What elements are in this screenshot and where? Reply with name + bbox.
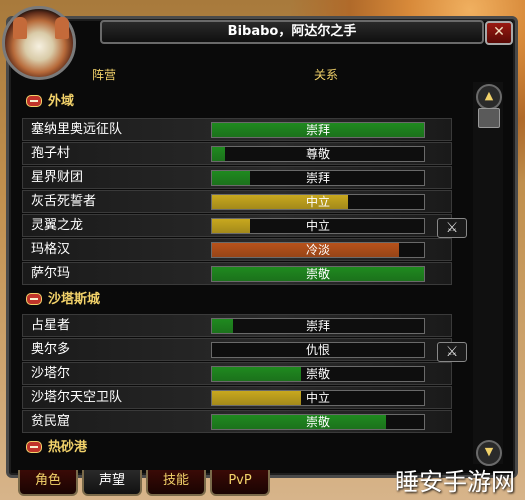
faction-name: 玛格汉 bbox=[31, 242, 71, 257]
faction-row[interactable]: 灰舌死誓者 中立 bbox=[22, 190, 452, 213]
standing-label: 崇敬 bbox=[305, 367, 330, 381]
watermark: 睡安手游网 bbox=[395, 468, 515, 496]
faction-name: 灰舌死誓者 bbox=[31, 194, 97, 209]
faction-row[interactable]: 萨尔玛 崇敬 bbox=[22, 262, 452, 285]
faction-row[interactable]: 星界财团 崇拜 bbox=[22, 166, 452, 189]
crossed-swords-icon[interactable]: ⚔ bbox=[437, 218, 467, 238]
reputation-bar: 中立 bbox=[211, 218, 425, 234]
window-title: Bibabo，阿达尔之手 bbox=[100, 20, 484, 44]
standing-label: 中立 bbox=[305, 391, 330, 405]
standing-label: 尊敬 bbox=[305, 147, 330, 161]
reputation-bar: 崇敬 bbox=[211, 266, 425, 282]
faction-row[interactable]: 占星者 崇拜 bbox=[22, 314, 452, 337]
faction-row[interactable]: 奥尔多 仇恨 bbox=[22, 338, 452, 361]
faction-row[interactable]: 沙塔尔 崇敬 bbox=[22, 362, 452, 385]
minus-icon[interactable] bbox=[26, 94, 42, 107]
reputation-bar: 中立 bbox=[211, 194, 425, 210]
minus-icon[interactable] bbox=[26, 292, 42, 305]
reputation-bar: 尊敬 bbox=[211, 146, 425, 162]
reputation-bar: 崇敬 bbox=[211, 414, 425, 430]
faction-name: 灵翼之龙 bbox=[31, 218, 84, 233]
tab-skills[interactable]: 技能 bbox=[146, 470, 206, 496]
faction-name: 塞纳里奥远征队 bbox=[31, 122, 123, 137]
faction-name: 占星者 bbox=[31, 318, 71, 333]
reputation-bar: 崇拜 bbox=[211, 122, 425, 138]
reputation-bar: 仇恨 bbox=[211, 342, 425, 358]
faction-name: 贫民窟 bbox=[31, 414, 71, 429]
group-name: 沙塔斯城 bbox=[48, 292, 101, 307]
tab-character[interactable]: 角色 bbox=[18, 470, 78, 496]
crossed-swords-icon[interactable]: ⚔ bbox=[437, 342, 467, 362]
standing-label: 冷淡 bbox=[305, 243, 330, 257]
tab-pvp[interactable]: PvP bbox=[210, 470, 270, 496]
group-header-booty-bay[interactable]: 热砂港 bbox=[26, 438, 87, 458]
faction-list: 外域 塞纳里奥远征队 崇拜 孢子村 尊敬 星界财团 崇拜 灰舌死誓者 中立 灵翼… bbox=[18, 82, 466, 462]
scroll-up-icon[interactable]: ▲ bbox=[476, 84, 502, 110]
group-header-outland[interactable]: 外域 bbox=[26, 92, 74, 112]
reputation-bar: 崇拜 bbox=[211, 318, 425, 334]
faction-row[interactable]: 灵翼之龙 中立 bbox=[22, 214, 452, 237]
faction-name: 星界财团 bbox=[31, 170, 84, 185]
portrait-ear-right bbox=[55, 17, 69, 39]
standing-label: 中立 bbox=[305, 195, 330, 209]
portrait-ear-left bbox=[13, 17, 27, 39]
close-button[interactable]: ✕ bbox=[485, 21, 513, 45]
standing-label: 崇拜 bbox=[305, 171, 330, 185]
faction-name: 奥尔多 bbox=[31, 342, 71, 357]
faction-name: 孢子村 bbox=[31, 146, 71, 161]
group-name: 热砂港 bbox=[48, 440, 88, 455]
faction-name: 沙塔尔天空卫队 bbox=[31, 390, 123, 405]
standing-label: 中立 bbox=[305, 219, 330, 233]
faction-row[interactable]: 塞纳里奥远征队 崇拜 bbox=[22, 118, 452, 141]
faction-name: 沙塔尔 bbox=[31, 366, 71, 381]
minus-icon[interactable] bbox=[26, 440, 42, 453]
standing-label: 崇拜 bbox=[305, 319, 330, 333]
standing-label: 崇敬 bbox=[305, 267, 330, 281]
reputation-bar: 冷淡 bbox=[211, 242, 425, 258]
standing-label: 崇敬 bbox=[305, 415, 330, 429]
reputation-bar: 崇敬 bbox=[211, 366, 425, 382]
scrollbar[interactable]: ▲ ▼ bbox=[473, 82, 503, 466]
reputation-bar: 中立 bbox=[211, 390, 425, 406]
tab-reputation[interactable]: 声望 bbox=[82, 470, 142, 496]
faction-name: 萨尔玛 bbox=[31, 266, 71, 281]
faction-row[interactable]: 玛格汉 冷淡 bbox=[22, 238, 452, 261]
faction-row[interactable]: 沙塔尔天空卫队 中立 bbox=[22, 386, 452, 409]
group-header-shattrath[interactable]: 沙塔斯城 bbox=[26, 290, 100, 310]
faction-row[interactable]: 贫民窟 崇敬 bbox=[22, 410, 452, 433]
character-portrait bbox=[2, 6, 76, 80]
group-name: 外域 bbox=[48, 94, 75, 109]
relation-column-header: 关系 bbox=[314, 68, 339, 82]
standing-label: 仇恨 bbox=[305, 343, 330, 357]
reputation-bar: 崇拜 bbox=[211, 170, 425, 186]
scroll-thumb[interactable] bbox=[478, 108, 500, 128]
faction-column-header: 阵营 bbox=[92, 68, 117, 82]
standing-label: 崇拜 bbox=[305, 123, 330, 137]
faction-row[interactable]: 孢子村 尊敬 bbox=[22, 142, 452, 165]
